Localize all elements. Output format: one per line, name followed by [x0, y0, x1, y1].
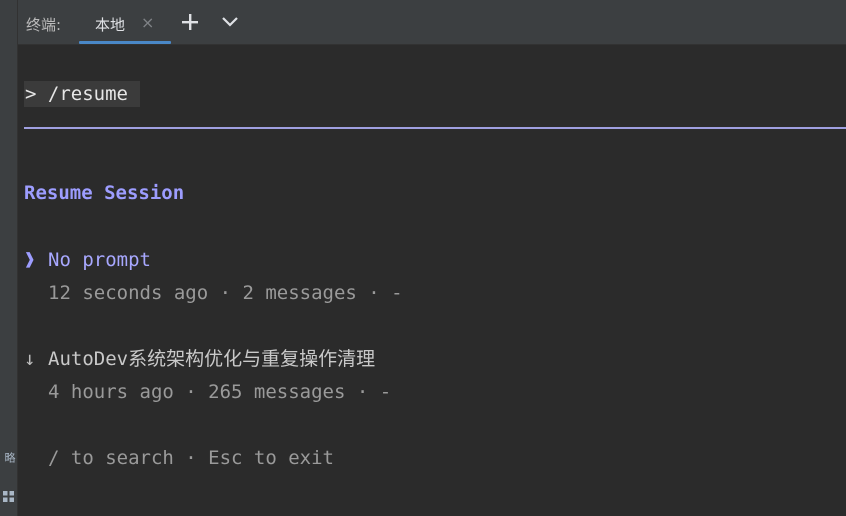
tab-local[interactable]: 本地 × — [79, 0, 171, 45]
selection-marker-icon: ❱ — [24, 249, 36, 271]
plus-icon — [182, 14, 198, 30]
tab-options-button[interactable] — [218, 10, 242, 34]
session-meta: 4 hours ago · 265 messages · - — [48, 381, 392, 403]
separator-line — [24, 127, 846, 129]
active-tab-indicator — [79, 41, 171, 44]
grid-icon[interactable] — [3, 491, 14, 502]
close-icon[interactable]: × — [141, 13, 154, 32]
chevron-down-icon — [222, 17, 238, 27]
terminal-output[interactable]: > /resume Resume Session ❱ No prompt 12 … — [18, 45, 846, 516]
new-tab-button[interactable] — [178, 10, 202, 34]
command-prompt: > /resume — [24, 81, 140, 107]
terminal-title: 终端: — [26, 16, 62, 34]
session-meta: 12 seconds ago · 2 messages · - — [48, 282, 403, 304]
left-tool-strip: 略 — [0, 0, 18, 516]
terminal-window: 略 终端: 本地 × > /resume Resume Session ❱ No… — [0, 0, 846, 516]
session-title[interactable]: No prompt — [48, 249, 151, 271]
tab-label: 本地 — [95, 16, 126, 34]
down-arrow-icon: ↓ — [24, 348, 36, 370]
terminal-tabbar: 终端: 本地 × — [18, 0, 846, 45]
tool-strip-label[interactable]: 略 — [1, 452, 17, 463]
keyboard-hint: / to search · Esc to exit — [48, 447, 334, 469]
session-title[interactable]: AutoDev系统架构优化与重复操作清理 — [48, 348, 375, 370]
resume-heading: Resume Session — [24, 182, 185, 204]
